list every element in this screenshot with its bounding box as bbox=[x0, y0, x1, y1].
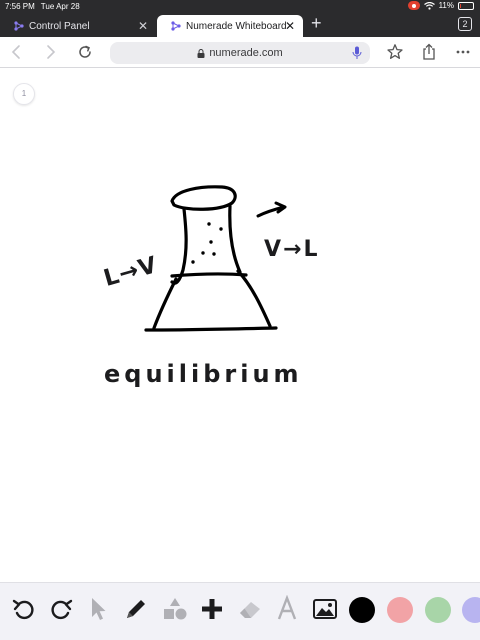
color-swatch-purple[interactable] bbox=[462, 597, 480, 623]
new-tab-button[interactable]: + bbox=[311, 14, 322, 32]
shapes-icon[interactable] bbox=[161, 595, 189, 623]
browser-toolbar: numerade.com bbox=[0, 37, 480, 68]
pen-icon[interactable] bbox=[122, 595, 150, 623]
battery-percent: 11% bbox=[438, 1, 454, 10]
add-icon[interactable] bbox=[198, 595, 226, 623]
color-swatch-green[interactable] bbox=[425, 597, 451, 623]
forward-icon[interactable] bbox=[41, 43, 59, 61]
microphone-icon[interactable] bbox=[352, 46, 362, 60]
undo-icon[interactable] bbox=[10, 595, 38, 623]
redo-icon[interactable] bbox=[47, 595, 75, 623]
page-number-badge[interactable]: 1 bbox=[13, 83, 35, 105]
tab-title: Control Panel bbox=[29, 20, 90, 32]
image-icon[interactable] bbox=[311, 595, 339, 623]
wifi-icon bbox=[423, 1, 435, 10]
handwritten-caption: equilibrium bbox=[104, 360, 303, 388]
status-bar: 7:56 PM Tue Apr 28 11% bbox=[0, 0, 480, 13]
address-bar[interactable]: numerade.com bbox=[110, 42, 370, 64]
color-swatch-black[interactable] bbox=[349, 597, 375, 623]
reload-icon[interactable] bbox=[76, 43, 94, 61]
back-icon[interactable] bbox=[8, 43, 26, 61]
status-date: Tue Apr 28 bbox=[40, 2, 80, 11]
tab-numerade-whiteboard[interactable]: Numerade Whiteboard ✕ bbox=[157, 15, 303, 37]
color-swatch-pink[interactable] bbox=[387, 597, 413, 623]
numerade-logo-icon bbox=[14, 21, 24, 31]
status-time: 7:56 PM bbox=[5, 2, 35, 11]
bookmark-star-icon[interactable] bbox=[386, 43, 404, 61]
tab-count-button[interactable]: 2 bbox=[458, 17, 472, 31]
battery-icon bbox=[458, 1, 474, 10]
whiteboard-canvas[interactable] bbox=[0, 69, 480, 581]
pointer-icon[interactable] bbox=[84, 595, 112, 623]
url-text: numerade.com bbox=[209, 47, 283, 59]
handwritten-right-label: V→L bbox=[264, 237, 320, 262]
tab-strip: Control Panel ✕ Numerade Whiteboard ✕ bbox=[0, 13, 480, 37]
eraser-icon[interactable] bbox=[236, 595, 264, 623]
close-tab-icon[interactable]: ✕ bbox=[285, 20, 295, 32]
tab-title: Numerade Whiteboard bbox=[186, 20, 287, 32]
share-icon[interactable] bbox=[420, 43, 438, 61]
whiteboard-toolbar bbox=[0, 582, 480, 640]
screen-record-icon bbox=[407, 1, 420, 10]
tab-control-panel[interactable]: Control Panel ✕ bbox=[0, 15, 156, 37]
text-icon[interactable] bbox=[273, 595, 301, 623]
numerade-logo-icon bbox=[171, 21, 181, 31]
more-menu-icon[interactable] bbox=[454, 43, 472, 61]
lock-icon bbox=[197, 48, 205, 58]
close-tab-icon[interactable]: ✕ bbox=[138, 20, 148, 32]
